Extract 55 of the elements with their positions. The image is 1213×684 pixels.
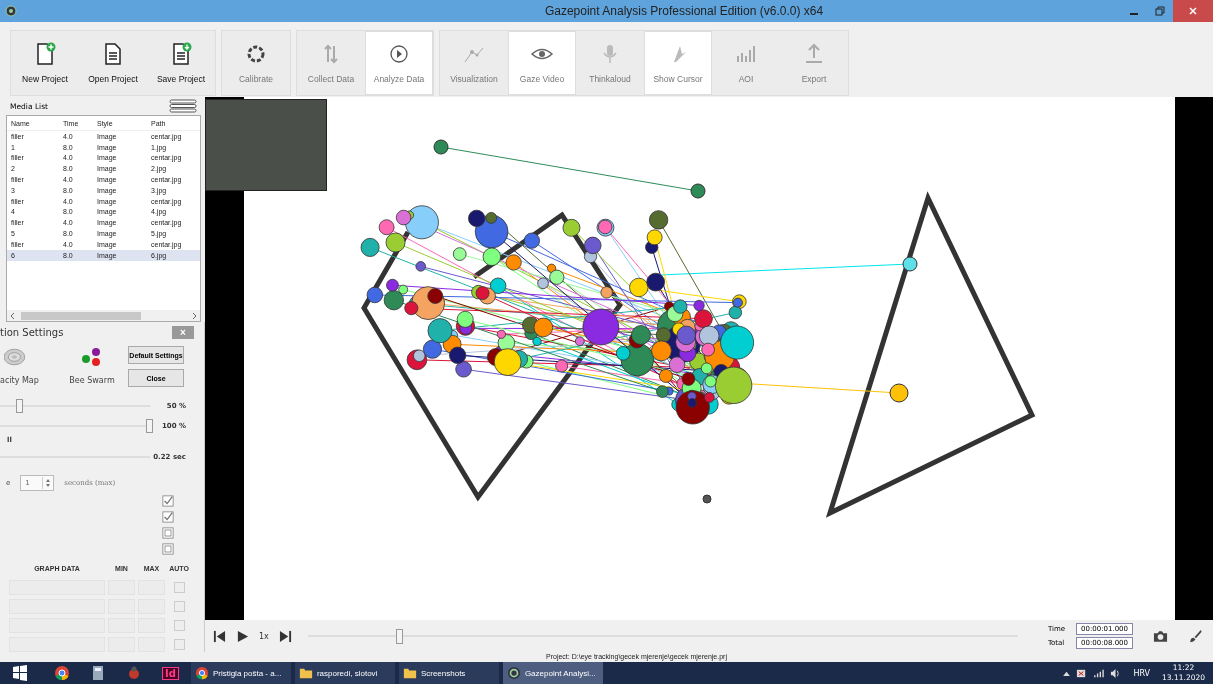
restore-icon bbox=[1155, 6, 1165, 16]
taskbar-button[interactable]: Screenshots bbox=[398, 662, 499, 684]
toolbar-button[interactable]: Gaze Video bbox=[508, 31, 576, 95]
auto-checkbox[interactable] bbox=[173, 620, 185, 631]
browser-icon[interactable] bbox=[54, 665, 70, 681]
app-logo-icon bbox=[506, 666, 521, 680]
toolbar-button[interactable]: Analyze Data bbox=[365, 31, 433, 95]
horizontal-scrollbar[interactable] bbox=[7, 310, 200, 321]
toolbar-button[interactable]: Show Cursor bbox=[644, 31, 712, 95]
bug-icon[interactable] bbox=[126, 665, 142, 681]
auto-checkbox[interactable] bbox=[173, 639, 185, 650]
menu-icon[interactable] bbox=[169, 99, 197, 113]
skip-back-icon[interactable] bbox=[213, 629, 226, 643]
browser-icon bbox=[194, 666, 209, 680]
minimize-icon bbox=[1130, 13, 1138, 15]
speed-label[interactable]: 1x bbox=[259, 631, 269, 641]
folder-icon bbox=[402, 666, 417, 680]
signal-icon[interactable] bbox=[1093, 667, 1105, 679]
scroll-right-icon[interactable] bbox=[191, 311, 197, 320]
calculator-icon[interactable] bbox=[90, 665, 106, 681]
timeline-thumb[interactable] bbox=[396, 628, 404, 644]
taskbar-button[interactable]: Pristigla pošta - a... bbox=[190, 662, 291, 684]
panel-title: tion Settings bbox=[0, 326, 64, 338]
windows-logo-icon[interactable] bbox=[12, 665, 28, 681]
close-icon bbox=[1188, 6, 1198, 16]
slider-thumb[interactable] bbox=[16, 398, 23, 413]
speaker-icon[interactable] bbox=[1110, 667, 1122, 679]
language-indicator[interactable]: HRV bbox=[1133, 668, 1151, 678]
play-icon[interactable] bbox=[236, 629, 249, 643]
auto-checkbox[interactable] bbox=[173, 601, 185, 612]
checkbox[interactable] bbox=[162, 495, 174, 507]
brush-icon[interactable] bbox=[1188, 629, 1203, 643]
taskbar-button[interactable]: rasporedi, slotovi bbox=[294, 662, 395, 684]
checkbox[interactable] bbox=[162, 511, 174, 523]
toolbar-button[interactable]: Save Project bbox=[147, 31, 215, 95]
checkbox[interactable] bbox=[162, 543, 174, 555]
checkbox[interactable] bbox=[162, 527, 174, 539]
camera-icon[interactable] bbox=[1153, 629, 1168, 643]
toolbar-button[interactable]: New Project bbox=[11, 31, 79, 95]
window-title: Gazepoint Analysis Professional Edition (v6.0.0) x64 bbox=[543, 4, 825, 18]
scroll-left-icon[interactable] bbox=[10, 311, 16, 320]
play-circle-icon bbox=[387, 42, 411, 66]
mode-label: Bee Swarm bbox=[69, 376, 115, 386]
folder-icon bbox=[298, 666, 313, 680]
auto-checkbox[interactable] bbox=[173, 582, 185, 593]
skip-forward-icon[interactable] bbox=[278, 629, 292, 643]
toolbar-button[interactable]: Open Project bbox=[79, 31, 147, 95]
taskbar-button[interactable]: Gazepoint Analysi... bbox=[502, 662, 603, 684]
slider-thumb[interactable] bbox=[146, 418, 153, 433]
app-logo[interactable]: Id bbox=[162, 666, 179, 680]
mode-label: acity Map bbox=[0, 376, 39, 386]
flag-icon[interactable] bbox=[1076, 667, 1088, 679]
close-button[interactable] bbox=[1173, 0, 1213, 22]
up-arrow-icon[interactable] bbox=[1063, 670, 1071, 676]
app-logo-icon bbox=[5, 5, 17, 17]
